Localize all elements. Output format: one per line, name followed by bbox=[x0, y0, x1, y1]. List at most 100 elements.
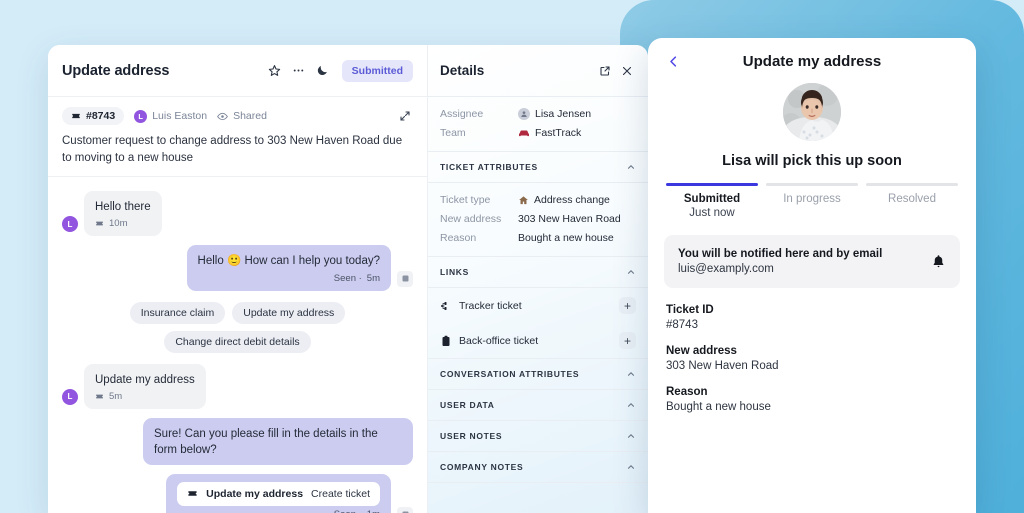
message-footer: 5m bbox=[95, 391, 195, 402]
message-bubble-incoming[interactable]: Update my address 5m bbox=[84, 363, 206, 409]
seen-label: Seen · bbox=[333, 272, 362, 284]
step-label: In progress bbox=[783, 193, 841, 205]
message-footer: Seen · 5m bbox=[198, 273, 380, 284]
ticket-id-chip[interactable]: #8743 bbox=[62, 107, 125, 125]
ticket-type-label: Ticket type bbox=[440, 194, 491, 206]
bell-icon[interactable] bbox=[931, 254, 946, 269]
section-header-user-data[interactable]: USER DATA bbox=[428, 390, 648, 421]
ticket-attributes-block: Ticket type Address change New address 3… bbox=[428, 183, 648, 257]
visibility-meta[interactable]: Shared bbox=[217, 110, 267, 122]
link-row-back-office-ticket[interactable]: Back-office ticket + bbox=[428, 323, 648, 359]
section-title: LINKS bbox=[440, 267, 469, 277]
field-value: #8743 bbox=[666, 319, 698, 331]
section-header-user-notes[interactable]: USER NOTES bbox=[428, 421, 648, 452]
widget-headline: Lisa will pick this up soon bbox=[722, 153, 902, 169]
star-icon[interactable] bbox=[264, 60, 286, 82]
quick-reply-update-my-address[interactable]: Update my address bbox=[232, 301, 346, 324]
agent-avatar bbox=[783, 83, 841, 141]
chevron-up-icon[interactable] bbox=[626, 462, 636, 472]
ticket-id-text: #8743 bbox=[86, 110, 116, 122]
chevron-left-icon[interactable] bbox=[666, 54, 686, 69]
message-time: 1m bbox=[367, 509, 380, 513]
step-in-progress[interactable]: In progress bbox=[766, 183, 858, 219]
add-back-office-ticket-button[interactable]: + bbox=[619, 332, 636, 349]
expand-diagonal-icon[interactable] bbox=[397, 108, 413, 124]
conversation-summary: Customer request to change address to 30… bbox=[48, 131, 427, 178]
quick-reply-list: Insurance claim Update my address Change… bbox=[62, 301, 413, 353]
message-text: Update my address bbox=[95, 373, 195, 386]
section-title: TICKET ATTRIBUTES bbox=[440, 162, 538, 172]
section-title: CONVERSATION ATTRIBUTES bbox=[440, 369, 580, 379]
team-row[interactable]: Team FastTrack bbox=[440, 127, 636, 139]
reason-label: Reason bbox=[440, 232, 477, 244]
conversation-panel: Update address Submitted #8743 L Luis Ea… bbox=[48, 45, 428, 513]
notification-banner[interactable]: You will be notified here and by email l… bbox=[664, 235, 960, 288]
quick-reply-insurance-claim[interactable]: Insurance claim bbox=[129, 301, 226, 324]
link-row-tracker-ticket[interactable]: Tracker ticket + bbox=[428, 288, 648, 323]
read-receipt-icon[interactable] bbox=[397, 270, 413, 287]
avatar: L bbox=[134, 109, 148, 123]
notification-text: You will be notified here and by email l… bbox=[678, 248, 921, 275]
field-label: New address bbox=[666, 345, 737, 357]
details-title: Details bbox=[440, 63, 485, 78]
reason-row[interactable]: Reason Bought a new house bbox=[440, 232, 636, 244]
assignee-value: Lisa Jensen bbox=[518, 108, 591, 120]
eye-icon bbox=[217, 111, 228, 122]
ticket-type-row[interactable]: Ticket type Address change bbox=[440, 194, 636, 206]
clipboard-icon bbox=[440, 335, 452, 347]
section-header-company-notes[interactable]: COMPANY NOTES bbox=[428, 452, 648, 483]
field-label: Reason bbox=[666, 386, 708, 398]
assignee-name: Lisa Jensen bbox=[535, 108, 592, 120]
message-text: Hello 🙂 How can I help you today? bbox=[197, 255, 380, 268]
close-icon[interactable] bbox=[618, 62, 636, 80]
message-bubble-incoming[interactable]: Hello there 10m bbox=[84, 191, 162, 237]
ticket-icon bbox=[187, 488, 198, 499]
chevron-up-icon[interactable] bbox=[626, 431, 636, 441]
status-badge[interactable]: Submitted bbox=[341, 59, 413, 82]
assignee-row[interactable]: Assignee Lisa Jensen bbox=[440, 108, 636, 120]
customer-meta[interactable]: L Luis Easton bbox=[134, 109, 207, 123]
new-address-row[interactable]: New address 303 New Haven Road bbox=[440, 213, 636, 225]
message-bubble-outgoing[interactable]: Sure! Can you please fill in the details… bbox=[143, 417, 413, 465]
conversation-header: Update address Submitted bbox=[48, 45, 427, 97]
field-label: Ticket ID bbox=[666, 304, 714, 316]
message-row: Update my address Create ticket Seen · 1… bbox=[62, 473, 413, 513]
field-ticket-id: Ticket ID #8743 bbox=[666, 304, 958, 331]
section-header-links[interactable]: LINKS bbox=[428, 257, 648, 288]
snooze-moon-icon[interactable] bbox=[312, 60, 334, 82]
step-resolved[interactable]: Resolved bbox=[866, 183, 958, 219]
ticket-form-card[interactable]: Update my address Create ticket bbox=[177, 481, 380, 506]
new-address-value: 303 New Haven Road bbox=[518, 213, 621, 225]
add-tracker-ticket-button[interactable]: + bbox=[619, 297, 636, 314]
chevron-up-icon[interactable] bbox=[626, 162, 636, 172]
section-header-conversation-attributes[interactable]: CONVERSATION ATTRIBUTES bbox=[428, 359, 648, 390]
details-panel: Details Assignee Lisa Jensen Team FastTr… bbox=[428, 45, 648, 513]
team-name: FastTrack bbox=[535, 127, 582, 139]
ticket-type-text: Address change bbox=[534, 194, 610, 206]
message-row: Sure! Can you please fill in the details… bbox=[62, 417, 413, 465]
more-options-icon[interactable] bbox=[288, 60, 310, 82]
message-row: Hello 🙂 How can I help you today? Seen ·… bbox=[62, 245, 413, 291]
chevron-up-icon[interactable] bbox=[626, 400, 636, 410]
message-bubble-ticket-card[interactable]: Update my address Create ticket Seen · 1… bbox=[166, 473, 391, 513]
field-value: 303 New Haven Road bbox=[666, 360, 779, 372]
section-header-ticket-attributes[interactable]: TICKET ATTRIBUTES bbox=[428, 152, 648, 183]
chevron-up-icon[interactable] bbox=[626, 267, 636, 277]
message-footer: 10m bbox=[95, 218, 151, 229]
ticket-type-value: Address change bbox=[518, 194, 610, 206]
step-submitted[interactable]: Submitted Just now bbox=[666, 183, 758, 219]
person-avatar-icon bbox=[518, 108, 530, 120]
quick-reply-change-direct-debit[interactable]: Change direct debit details bbox=[164, 330, 311, 353]
team-value: FastTrack bbox=[518, 127, 581, 139]
open-external-icon[interactable] bbox=[596, 62, 614, 80]
house-icon bbox=[518, 195, 529, 206]
read-receipt-icon[interactable] bbox=[397, 506, 413, 513]
chevron-up-icon[interactable] bbox=[626, 369, 636, 379]
section-title: USER DATA bbox=[440, 400, 495, 410]
message-text: Sure! Can you please fill in the details… bbox=[154, 427, 378, 456]
conversation-title: Update address bbox=[62, 62, 170, 79]
message-time: 10m bbox=[109, 218, 128, 230]
ticket-card-action[interactable]: Create ticket bbox=[311, 488, 370, 500]
message-bubble-outgoing[interactable]: Hello 🙂 How can I help you today? Seen ·… bbox=[186, 245, 391, 291]
link-label: Tracker ticket bbox=[459, 299, 522, 312]
